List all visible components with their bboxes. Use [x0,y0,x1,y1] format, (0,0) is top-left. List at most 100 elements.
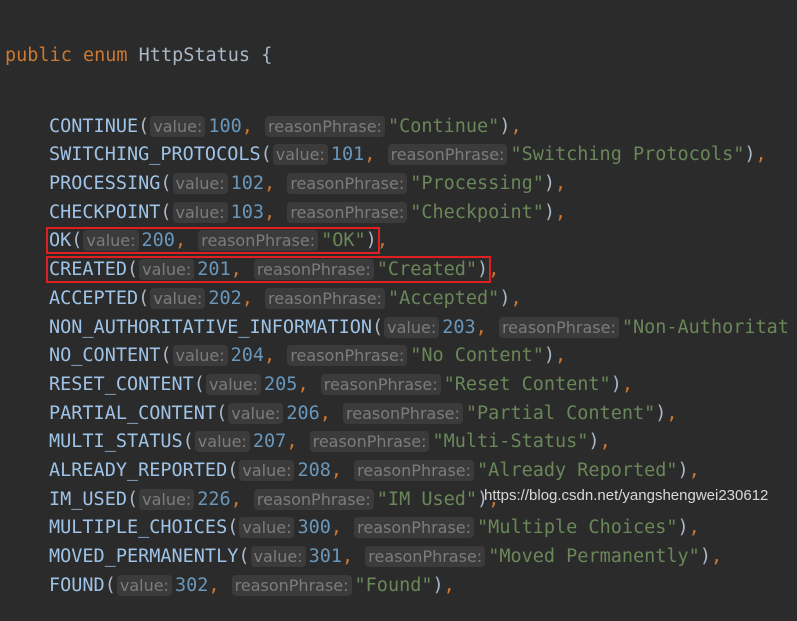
reason-phrase: "Multiple Choices" [477,517,678,539]
enum-constant: PARTIAL_CONTENT [49,402,217,424]
enum-entry: NON_AUTHORITATIVE_INFORMATION(value: 203,… [5,314,789,343]
enum-entry: MULTIPLE_CHOICES(value: 300, reasonPhrase… [49,517,700,539]
param-hint-reason: reasonPhrase: [253,259,374,281]
enum-constant: FOUND [49,574,105,596]
reason-phrase: "Found" [354,574,433,596]
enum-constant: CHECKPOINT [49,201,161,223]
param-hint-value: value: [205,373,262,395]
param-hint-reason: reasonPhrase: [354,517,475,539]
param-hint-value: value: [384,316,440,338]
reason-phrase: "Multi-Status" [432,431,589,453]
enum-entry: NO_CONTENT(value: 204, reasonPhrase: "No C… [49,345,567,367]
entry-group: NO_CONTENT(value: 204, reasonPhrase: "No C… [49,345,556,367]
param-hint-value: value: [228,402,284,424]
param-hint-value: value: [250,546,306,567]
param-hint-reason: reasonPhrase: [231,574,352,596]
status-value: 205 [264,373,298,395]
status-value: 302 [174,574,209,596]
entry-group: MULTI_STATUS(value: 207, reasonPhrase: "Mu… [49,431,600,453]
reason-phrase: "OK" [321,230,366,252]
enum-constant: CONTINUE [49,115,139,137]
status-value: 226 [197,488,231,510]
status-value: 301 [308,546,343,567]
enum-constant: SWITCHING_PROTOCOLS [49,144,261,166]
param-hint-value: value: [172,201,228,223]
entry-group: NON_AUTHORITATIVE_INFORMATION(value: 203,… [49,316,789,338]
status-value: 100 [208,115,242,137]
enum-entry: OK(value: 200, reasonPhrase: "OK"), [46,227,388,255]
param-hint-reason: reasonPhrase: [387,144,508,166]
entry-group: FOUND(value: 302, reasonPhrase: "Found") [49,574,444,596]
enum-constant: ALREADY_REPORTED [49,459,228,481]
enum-constant: MULTIPLE_CHOICES [49,517,228,539]
keyword-enum: enum [82,45,128,66]
reason-phrase: "Already Reported" [477,459,678,481]
status-value: 206 [286,402,320,424]
reason-phrase: "Reset Content" [443,373,611,395]
param-hint-reason: reasonPhrase: [320,373,441,395]
reason-phrase: "Non-Authoritat [621,316,789,338]
status-value: 208 [297,459,331,481]
entry-group: MULTIPLE_CHOICES(value: 300, reasonPhrase… [49,517,689,539]
watermark: https://blog.csdn.net/yangshengwei230612 [484,487,769,504]
enum-constant: NON_AUTHORITATIVE_INFORMATION [49,316,373,338]
entry-group: SWITCHING_PROTOCOLS(value: 101, reasonPhr… [49,144,756,166]
enum-entry: ALREADY_REPORTED(value: 208, reasonPhrase… [49,459,700,481]
entry-group: CONTINUE(value: 100, reasonPhrase: "Contin… [49,115,511,137]
reason-phrase: "IM Used" [376,488,478,510]
code-editor[interactable]: public enum HttpStatus { CONTINUE(value:… [5,0,789,621]
reason-phrase: "Continue" [387,115,500,137]
reason-phrase: "Checkpoint" [410,201,544,223]
status-value: 207 [252,431,287,453]
param-hint-value: value: [239,459,295,481]
reason-phrase: "Accepted" [387,287,500,309]
status-value: 204 [230,345,265,367]
enum-entry: RESET_CONTENT(value: 205, reasonPhrase: "R… [49,373,633,395]
param-hint-value: value: [150,115,206,137]
param-hint-value: value: [139,259,195,281]
status-value: 200 [141,230,175,252]
param-hint-value: value: [150,287,206,309]
enum-entry: CREATED(value: 201, reasonPhrase: "Created… [45,256,500,284]
param-hint-reason: reasonPhrase: [198,230,319,252]
enum-constant: MOVED_PERMANENTLY [49,546,239,567]
param-hint-reason: reasonPhrase: [287,345,408,367]
enum-constant: ACCEPTED [49,287,139,309]
entry-group: PROCESSING(value: 102, reasonPhrase: "Proc… [49,173,556,195]
enum-entry: CONTINUE(value: 100, reasonPhrase: "Contin… [49,115,522,137]
open-brace: { [261,45,273,66]
enum-entry: MOVED_PERMANENTLY(value: 301, reasonPhras… [49,546,723,567]
entry-group: CHECKPOINT(value: 103, reasonPhrase: "Chec… [49,201,556,223]
enum-constant: OK [49,230,72,252]
param-hint-value: value: [83,230,139,252]
param-hint-reason: reasonPhrase: [265,115,385,137]
entry-group: ACCEPTED(value: 202, reasonPhrase: "Accept… [49,287,511,309]
status-value: 101 [330,144,365,166]
param-hint-reason: reasonPhrase: [265,287,385,309]
param-hint-reason: reasonPhrase: [365,546,486,567]
param-hint-value: value: [116,574,172,596]
entry-group: ALREADY_REPORTED(value: 208, reasonPhrase… [49,459,689,481]
param-hint-reason: reasonPhrase: [253,488,374,510]
param-hint-reason: reasonPhrase: [354,459,475,481]
enum-entry: ACCEPTED(value: 202, reasonPhrase: "Accept… [49,287,522,309]
param-hint-value: value: [239,517,295,539]
enum-entry: SWITCHING_PROTOCOLS(value: 101, reasonPhr… [49,144,767,166]
enum-constant: CREATED [49,259,127,281]
param-hint-reason: reasonPhrase: [309,431,430,453]
entry-group: IM_USED(value: 226, reasonPhrase: "IM Used… [49,488,489,510]
param-hint-reason: reasonPhrase: [343,402,463,424]
entry-group: CREATED(value: 201, reasonPhrase: "Created… [45,256,492,284]
param-hint-value: value: [194,431,250,453]
param-hint-value: value: [272,144,328,166]
status-value: 202 [208,287,242,309]
param-hint-value: value: [172,173,228,195]
reason-phrase: "Partial Content" [465,402,656,424]
entry-group: OK(value: 200, reasonPhrase: "OK") [46,227,380,255]
reason-phrase: "Processing" [410,173,544,195]
enum-entry: PARTIAL_CONTENT(value: 206, reasonPhrase:… [49,402,678,424]
enum-constant: MULTI_STATUS [49,431,183,453]
enum-entry: PROCESSING(value: 102, reasonPhrase: "Proc… [49,173,567,195]
param-hint-reason: reasonPhrase: [498,316,619,338]
reason-phrase: "Moved Permanently" [488,546,700,567]
